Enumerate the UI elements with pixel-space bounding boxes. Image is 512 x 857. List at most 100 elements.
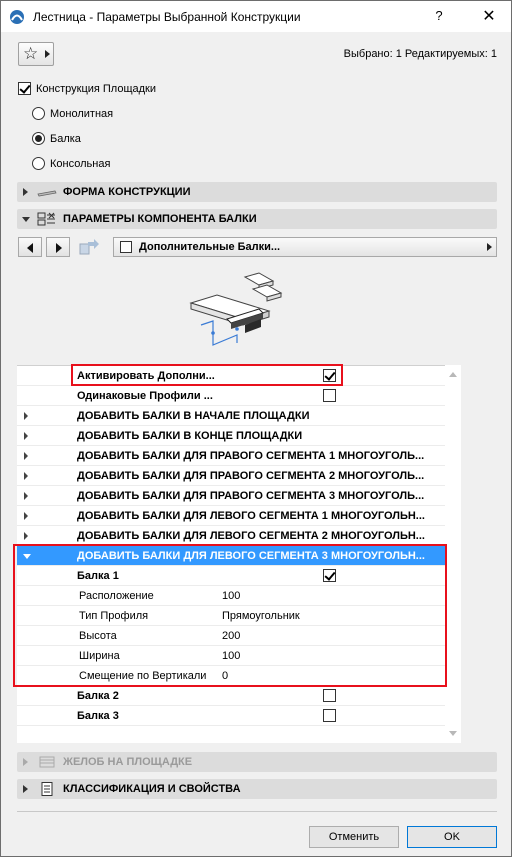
selection-info: Выбрано: 1 Редактируемых: 1 — [343, 48, 497, 60]
group-label: ДОБАВИТЬ БАЛКИ ДЛЯ ПРАВОГО СЕГМЕНТА 2 МН… — [77, 470, 425, 482]
group-label: ДОБАВИТЬ БАЛКИ ДЛЯ ЛЕВОГО СЕГМЕНТА 1 МНО… — [77, 510, 425, 522]
component-params-icon — [37, 212, 55, 226]
scroll-down-icon[interactable] — [449, 731, 457, 736]
section-gutter-label: ЖЕЛОБ НА ПЛОЩАДКЕ — [63, 756, 193, 768]
section-structure-form[interactable]: ФОРМА КОНСТРУКЦИИ — [17, 182, 497, 202]
help-button[interactable]: ? — [429, 8, 449, 23]
chevron-right-icon — [24, 472, 28, 480]
section-classification-label: КЛАССИФИКАЦИЯ И СВОЙСТВА — [63, 783, 241, 795]
footer-divider — [17, 811, 497, 812]
radio-beam[interactable] — [32, 132, 45, 145]
param-row-profile-type[interactable]: Тип Профиля Прямоугольник — [17, 606, 445, 626]
section-classification[interactable]: КЛАССИФИКАЦИЯ И СВОЙСТВА — [17, 779, 497, 799]
scroll-up-icon[interactable] — [449, 372, 457, 377]
group-label: ДОБАВИТЬ БАЛКИ В КОНЦЕ ПЛОЩАДКИ — [77, 430, 303, 442]
chevron-right-icon — [24, 432, 28, 440]
param-value[interactable]: 200 — [222, 630, 240, 642]
component-icon — [120, 241, 132, 253]
radio-cantilever-label: Консольная — [50, 158, 111, 170]
cancel-button[interactable]: Отменить — [309, 826, 399, 848]
radio-monolithic-label: Монолитная — [50, 108, 114, 120]
section-structure-form-label: ФОРМА КОНСТРУКЦИИ — [63, 186, 191, 198]
chevron-right-icon — [24, 512, 28, 520]
group-label: ДОБАВИТЬ БАЛКИ ДЛЯ ПРАВОГО СЕГМЕНТА 3 МН… — [77, 490, 425, 502]
close-button[interactable]: ✕ — [479, 6, 499, 26]
group-row-right-seg-3[interactable]: ДОБАВИТЬ БАЛКИ ДЛЯ ПРАВОГО СЕГМЕНТА 3 МН… — [17, 486, 445, 506]
title-bar: Лестница - Параметры Выбранной Конструкц… — [1, 1, 511, 32]
landing-structure-label: Конструкция Площадки — [36, 83, 157, 95]
component-dropdown[interactable]: Дополнительные Балки... — [113, 237, 497, 257]
beam-3-checkbox[interactable] — [323, 709, 336, 722]
list-row-beam-3[interactable]: Балка 3 — [17, 706, 445, 726]
same-profiles-label: Одинаковые Профили ... — [77, 390, 213, 402]
param-name: Расположение — [79, 590, 154, 602]
param-name: Ширина — [79, 650, 120, 662]
group-label: ДОБАВИТЬ БАЛКИ ДЛЯ ПРАВОГО СЕГМЕНТА 1 МН… — [77, 450, 425, 462]
arrow-left-icon — [27, 243, 33, 253]
expanded-group-label: ДОБАВИТЬ БАЛКИ ДЛЯ ЛЕВОГО СЕГМЕНТА 3 МНО… — [77, 550, 425, 562]
chevron-right-icon — [24, 532, 28, 540]
component-dropdown-value: Дополнительные Балки... — [139, 241, 281, 253]
param-value[interactable]: Прямоугольник — [222, 610, 300, 622]
same-profiles-checkbox[interactable] — [323, 389, 336, 402]
window-title: Лестница - Параметры Выбранной Конструкц… — [33, 10, 301, 24]
prev-component-button[interactable] — [18, 237, 42, 257]
list-row-beam-2[interactable]: Балка 2 — [17, 686, 445, 706]
chevron-down-icon — [22, 217, 30, 222]
chevron-right-icon — [45, 50, 50, 58]
param-value[interactable]: 0 — [222, 670, 228, 682]
chevron-right-icon — [23, 785, 28, 793]
section-beam-params[interactable]: ПАРАМЕТРЫ КОМПОНЕНТА БАЛКИ — [17, 209, 497, 229]
transfer-settings-icon[interactable] — [78, 238, 100, 256]
param-row-width[interactable]: Ширина 100 — [17, 646, 445, 666]
chevron-down-icon — [23, 554, 31, 559]
activate-label: Активировать Дополни... — [77, 370, 215, 382]
beam-1-checkbox[interactable] — [323, 569, 336, 582]
document-icon — [41, 782, 53, 796]
param-row-height[interactable]: Высота 200 — [17, 626, 445, 646]
group-label: ДОБАВИТЬ БАЛКИ ДЛЯ ЛЕВОГО СЕГМЕНТА 2 МНО… — [77, 530, 425, 542]
chevron-right-icon — [24, 492, 28, 500]
param-row-vertical-offset[interactable]: Смещение по Вертикали 0 — [17, 666, 445, 686]
radio-beam-label: Балка — [50, 133, 81, 145]
list-row-same-profiles[interactable]: Одинаковые Профили ... — [17, 386, 445, 406]
favorites-button[interactable]: ☆ — [18, 42, 54, 66]
group-row-left-seg-3[interactable]: ДОБАВИТЬ БАЛКИ ДЛЯ ЛЕВОГО СЕГМЕНТА 3 МНО… — [17, 546, 445, 566]
beam-shape-icon — [37, 190, 57, 197]
next-component-button[interactable] — [46, 237, 70, 257]
param-row-position[interactable]: Расположение 100 — [17, 586, 445, 606]
chevron-right-icon — [24, 412, 28, 420]
beam-1-label: Балка 1 — [77, 570, 119, 582]
chevron-right-icon — [23, 758, 28, 766]
group-row-right-seg-1[interactable]: ДОБАВИТЬ БАЛКИ ДЛЯ ПРАВОГО СЕГМЕНТА 1 МН… — [17, 446, 445, 466]
archicad-app-icon — [10, 10, 24, 24]
gutter-icon — [39, 756, 55, 768]
landing-beams-preview — [189, 272, 283, 346]
chevron-right-icon — [24, 452, 28, 460]
group-row-landing-start[interactable]: ДОБАВИТЬ БАЛКИ В НАЧАЛЕ ПЛОЩАДКИ — [17, 406, 445, 426]
activate-checkbox[interactable] — [323, 369, 336, 382]
param-name: Смещение по Вертикали — [79, 670, 207, 682]
beam-2-label: Балка 2 — [77, 690, 119, 702]
ok-button[interactable]: OK — [407, 826, 497, 848]
group-row-landing-end[interactable]: ДОБАВИТЬ БАЛКИ В КОНЦЕ ПЛОЩАДКИ — [17, 426, 445, 446]
radio-monolithic[interactable] — [32, 107, 45, 120]
parameter-list: Активировать Дополни... Одинаковые Профи… — [17, 365, 445, 743]
beam-2-checkbox[interactable] — [323, 689, 336, 702]
beam-3-label: Балка 3 — [77, 710, 119, 722]
star-icon: ☆ — [23, 44, 39, 63]
radio-cantilever[interactable] — [32, 157, 45, 170]
param-value[interactable]: 100 — [222, 650, 240, 662]
group-row-left-seg-2[interactable]: ДОБАВИТЬ БАЛКИ ДЛЯ ЛЕВОГО СЕГМЕНТА 2 МНО… — [17, 526, 445, 546]
group-row-right-seg-2[interactable]: ДОБАВИТЬ БАЛКИ ДЛЯ ПРАВОГО СЕГМЕНТА 2 МН… — [17, 466, 445, 486]
param-value[interactable]: 100 — [222, 590, 240, 602]
landing-structure-checkbox[interactable] — [18, 82, 31, 95]
section-gutter[interactable]: ЖЕЛОБ НА ПЛОЩАДКЕ — [17, 752, 497, 772]
list-row-beam-1[interactable]: Балка 1 — [17, 566, 445, 586]
list-scrollbar[interactable] — [445, 365, 461, 743]
param-name: Тип Профиля — [79, 610, 149, 622]
group-row-left-seg-1[interactable]: ДОБАВИТЬ БАЛКИ ДЛЯ ЛЕВОГО СЕГМЕНТА 1 МНО… — [17, 506, 445, 526]
dialog-window: Лестница - Параметры Выбранной Конструкц… — [0, 0, 512, 857]
list-row-activate[interactable]: Активировать Дополни... — [17, 366, 445, 386]
group-label: ДОБАВИТЬ БАЛКИ В НАЧАЛЕ ПЛОЩАДКИ — [77, 410, 310, 422]
